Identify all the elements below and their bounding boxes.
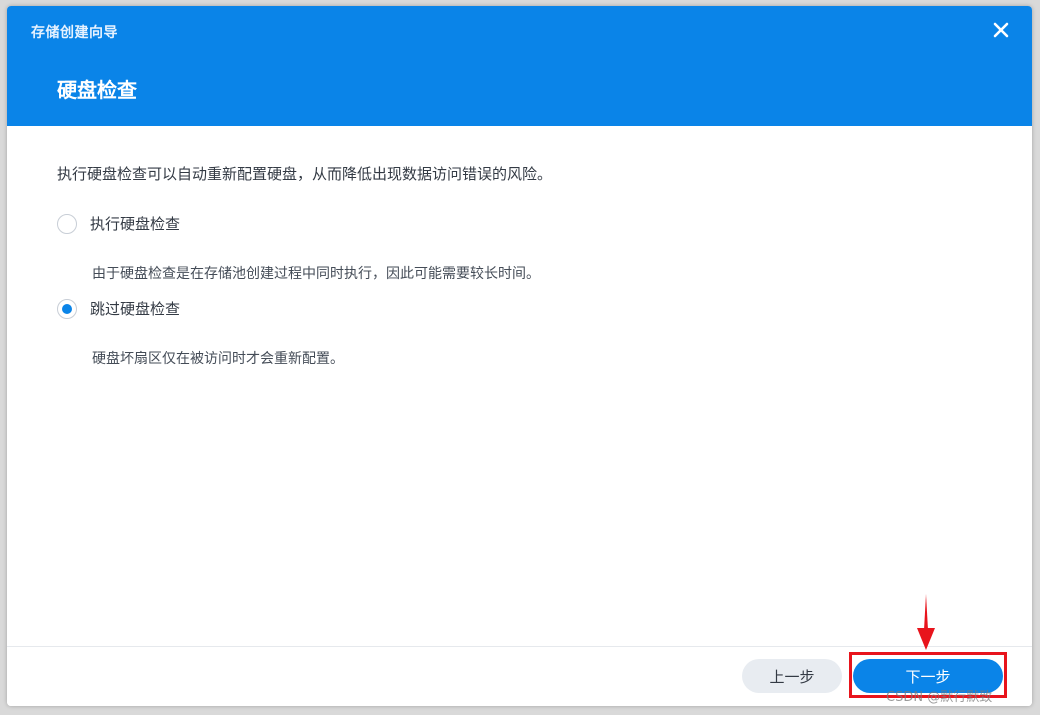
option-description: 硬盘坏扇区仅在被访问时才会重新配置。 <box>92 351 344 367</box>
step-title: 硬盘检查 <box>57 78 137 102</box>
option-label: 跳过硬盘检查 <box>90 300 181 318</box>
option-skip-disk-check[interactable]: 跳过硬盘检查 <box>57 298 180 319</box>
option-description: 由于硬盘检查是在存储池创建过程中同时执行，因此可能需要较长时间。 <box>92 266 540 282</box>
storage-wizard-dialog: 存储创建向导 硬盘检查 执行硬盘检查可以自动重新配置硬盘，从而降低出现数据访问错… <box>7 6 1032 706</box>
dialog-header: 存储创建向导 硬盘检查 <box>7 6 1032 126</box>
prev-button[interactable]: 上一步 <box>742 659 842 693</box>
dialog-footer: 上一步 下一步 <box>7 646 1032 706</box>
dialog-content: 执行硬盘检查可以自动重新配置硬盘，从而降低出现数据访问错误的风险。 执行硬盘检查… <box>57 164 987 367</box>
close-button[interactable] <box>990 19 1012 41</box>
next-button[interactable]: 下一步 <box>853 659 1003 693</box>
option-label: 执行硬盘检查 <box>90 215 181 233</box>
close-icon <box>993 22 1009 38</box>
intro-text: 执行硬盘检查可以自动重新配置硬盘，从而降低出现数据访问错误的风险。 <box>57 165 553 183</box>
radio-skip-disk-check[interactable] <box>57 298 77 319</box>
window-title: 存储创建向导 <box>31 25 118 41</box>
radio-run-disk-check[interactable] <box>57 213 77 234</box>
option-run-disk-check[interactable]: 执行硬盘检查 <box>57 213 180 234</box>
